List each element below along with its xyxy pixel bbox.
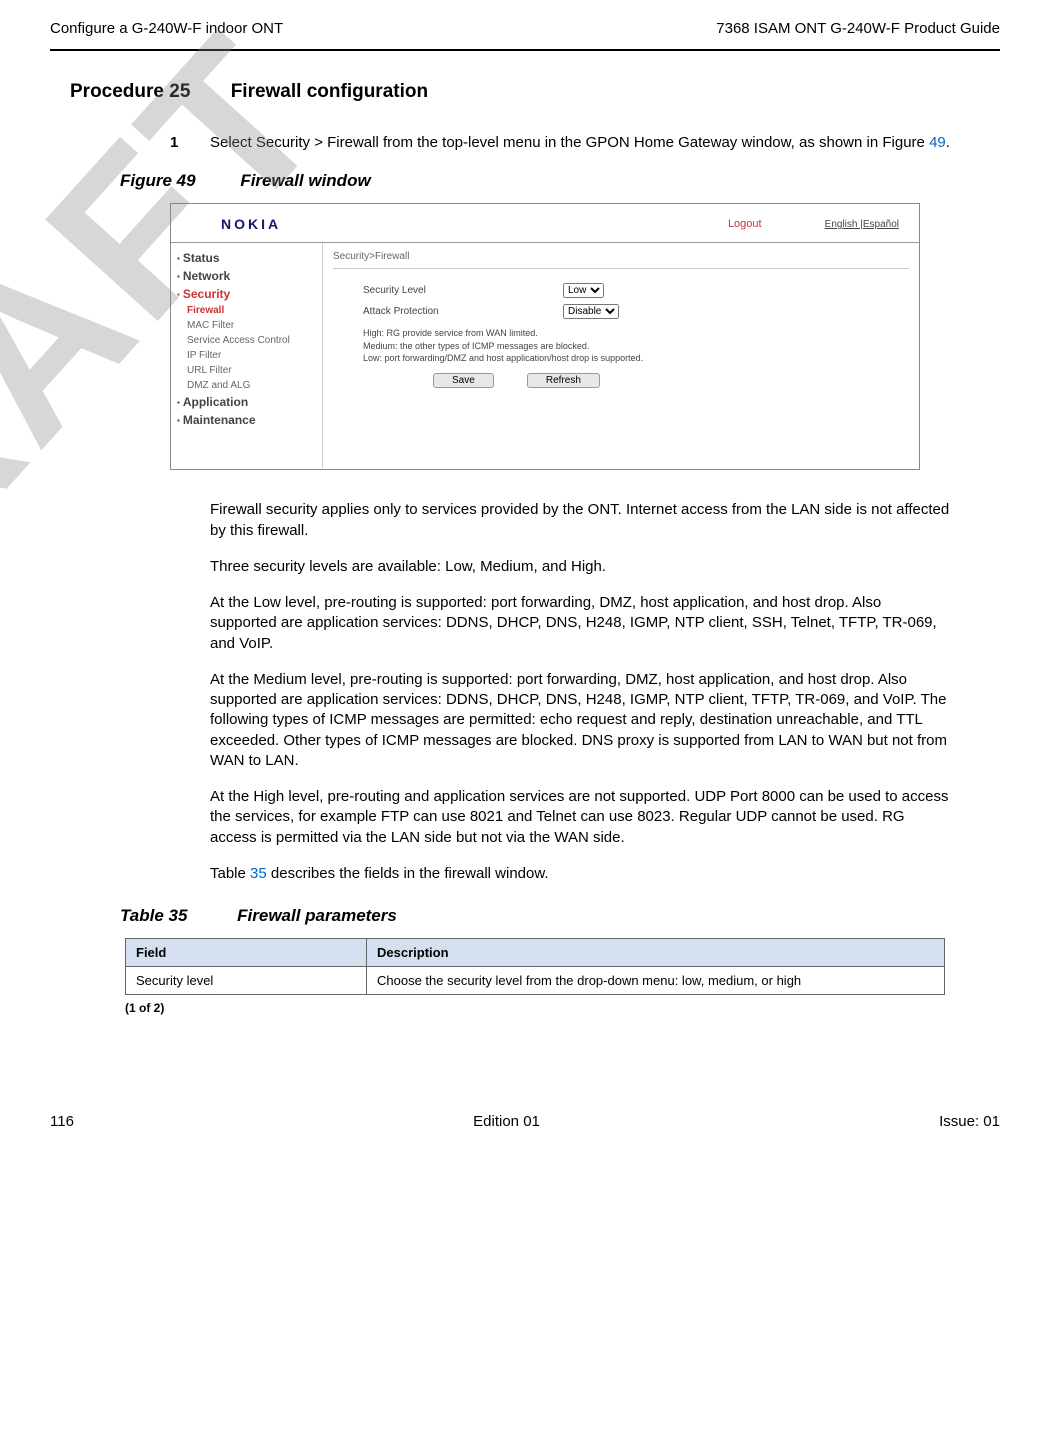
header-left: Configure a G-240W-F indoor ONT — [50, 20, 283, 37]
table-caption: Table 35 Firewall parameters — [120, 906, 1000, 926]
table-continuation: (1 of 2) — [125, 1001, 1000, 1015]
header-right: 7368 ISAM ONT G-240W-F Product Guide — [716, 20, 1000, 37]
procedure-number: Procedure 25 — [70, 81, 190, 102]
edition: Edition 01 — [473, 1113, 540, 1130]
firewall-params-table: Field Description Security level Choose … — [125, 938, 945, 995]
step-text: Select Security > Firewall from the top-… — [210, 133, 950, 153]
security-level-select[interactable]: Low — [563, 283, 604, 298]
procedure-name: Firewall configuration — [231, 81, 428, 102]
para-high: At the High level, pre-routing and appli… — [210, 787, 950, 848]
figure-ref-link[interactable]: 49 — [929, 134, 946, 151]
sidebar-item-dmzalg[interactable]: DMZ and ALG — [177, 378, 322, 393]
figure-label: Figure 49 — [120, 171, 196, 190]
cell-field: Security level — [126, 967, 367, 995]
para-levels: Three security levels are available: Low… — [210, 557, 950, 577]
sidebar-item-maintenance[interactable]: Maintenance — [177, 411, 322, 429]
sidebar-item-service-access[interactable]: Service Access Control — [177, 333, 322, 348]
procedure-heading: Procedure 25 Firewall configuration — [70, 81, 1000, 103]
screenshot-header: NOKIA Logout English |Español — [171, 204, 919, 243]
attack-protection-label: Attack Protection — [363, 306, 563, 317]
para-low: At the Low level, pre-routing is support… — [210, 593, 950, 654]
sidebar-item-macfilter[interactable]: MAC Filter — [177, 318, 322, 333]
firewall-screenshot: NOKIA Logout English |Español Status Net… — [170, 203, 920, 470]
hint-text: High: RG provide service from WAN limite… — [363, 327, 909, 365]
refresh-button[interactable]: Refresh — [527, 373, 600, 388]
figure-caption: Figure 49 Firewall window — [120, 171, 1000, 191]
logout-link[interactable]: Logout — [728, 218, 762, 230]
cell-description: Choose the security level from the drop-… — [367, 967, 945, 995]
nokia-logo: NOKIA — [221, 216, 281, 232]
sidebar-item-firewall[interactable]: Firewall — [177, 303, 322, 318]
sidebar-item-security[interactable]: Security — [177, 285, 322, 303]
screenshot-main: Security>Firewall Security Level Low Att… — [323, 243, 919, 468]
sidebar-item-ipfilter[interactable]: IP Filter — [177, 348, 322, 363]
table-name: Firewall parameters — [237, 906, 397, 925]
page-header: Configure a G-240W-F indoor ONT 7368 ISA… — [50, 20, 1000, 43]
save-button[interactable]: Save — [433, 373, 494, 388]
table-header-row: Field Description — [126, 939, 945, 967]
col-description: Description — [367, 939, 945, 967]
screenshot-sidebar: Status Network Security Firewall MAC Fil… — [171, 243, 323, 468]
header-rule — [50, 49, 1000, 51]
sidebar-item-network[interactable]: Network — [177, 267, 322, 285]
sidebar-item-application[interactable]: Application — [177, 393, 322, 411]
security-level-label: Security Level — [363, 285, 563, 296]
para-table-ref: Table 35 describes the fields in the fir… — [210, 864, 950, 884]
page-number: 116 — [50, 1113, 74, 1130]
sidebar-item-urlfilter[interactable]: URL Filter — [177, 363, 322, 378]
language-switch[interactable]: English |Español — [825, 219, 899, 230]
breadcrumb: Security>Firewall — [333, 251, 909, 269]
para-medium: At the Medium level, pre-routing is supp… — [210, 670, 950, 771]
page-footer: 116 Edition 01 Issue: 01 — [50, 1105, 1000, 1130]
table-row: Security level Choose the security level… — [126, 967, 945, 995]
table-ref-link[interactable]: 35 — [250, 865, 267, 882]
col-field: Field — [126, 939, 367, 967]
issue: Issue: 01 — [939, 1113, 1000, 1130]
sidebar-item-status[interactable]: Status — [177, 249, 322, 267]
table-label: Table 35 — [120, 906, 187, 925]
attack-protection-select[interactable]: Disable — [563, 304, 619, 319]
para-firewall-scope: Firewall security applies only to servic… — [210, 500, 950, 541]
step-number: 1 — [170, 133, 210, 153]
figure-name: Firewall window — [240, 171, 370, 190]
step-1: 1 Select Security > Firewall from the to… — [170, 133, 1000, 153]
